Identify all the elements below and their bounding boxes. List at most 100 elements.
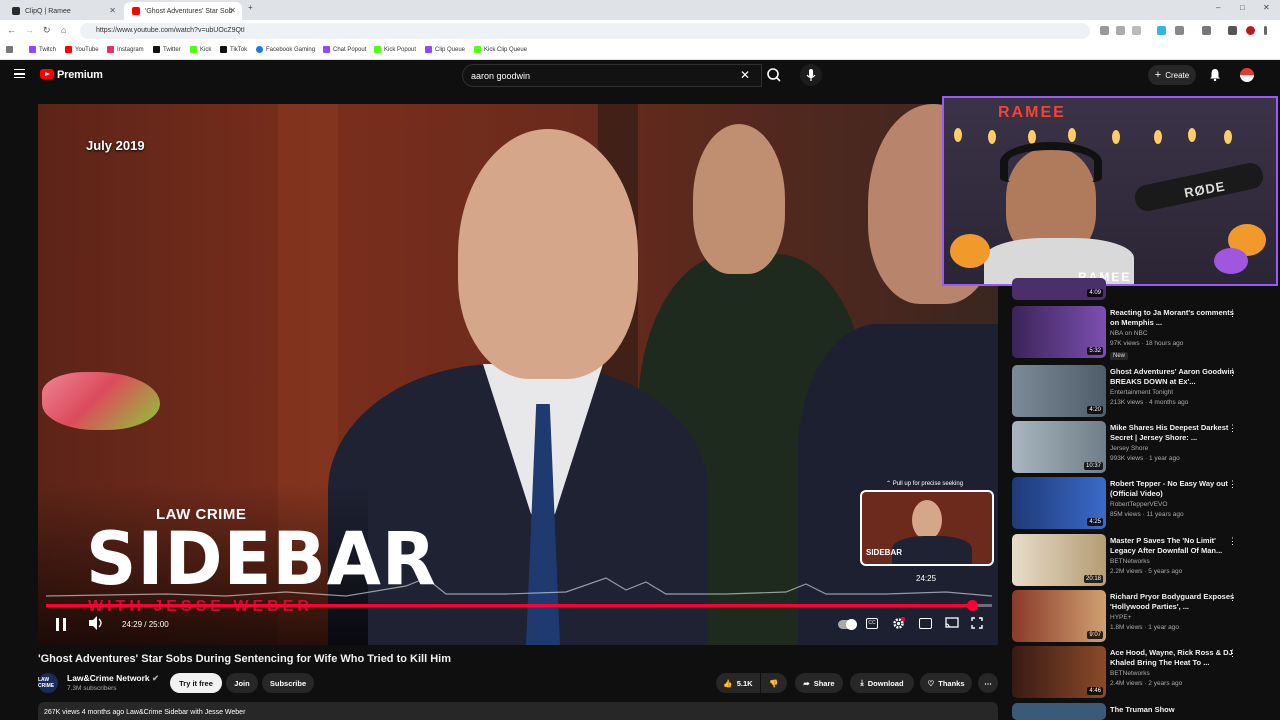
back-button[interactable]: ← xyxy=(7,25,16,35)
search-icon[interactable] xyxy=(762,64,786,87)
autoplay-toggle[interactable] xyxy=(838,619,857,630)
apps-grid-icon[interactable] xyxy=(6,46,13,53)
recommendation-item[interactable]: 20:18 Master P Saves The 'No Limit' Lega… xyxy=(1012,534,1274,588)
cast-icon[interactable] xyxy=(945,617,959,629)
bookmark-twitch[interactable]: Twitch xyxy=(29,46,56,53)
miniplayer-icon[interactable] xyxy=(919,618,932,629)
install-app-icon[interactable] xyxy=(1100,26,1109,35)
recommendation-channel[interactable]: BETNetworks xyxy=(1110,558,1150,565)
like-button[interactable]: 👍 5.1K xyxy=(716,673,760,693)
recommendation-thumbnail[interactable] xyxy=(1012,703,1106,720)
recommendation-title[interactable]: Ghost Adventures' Aaron Goodwin BREAKS D… xyxy=(1110,367,1238,387)
close-tab-icon[interactable]: ✕ xyxy=(229,6,236,15)
zoom-icon[interactable] xyxy=(1116,26,1125,35)
more-actions-icon[interactable]: ⋮ xyxy=(1228,479,1237,490)
dislike-button[interactable]: 👎 xyxy=(761,673,787,693)
recommendation-title[interactable]: Robert Tepper - No Easy Way out (Officia… xyxy=(1110,479,1238,499)
url-input[interactable]: https://www.youtube.com/watch?v=ubUOcZ9Q… xyxy=(80,23,1090,39)
thanks-button[interactable]: ♡ Thanks xyxy=(920,673,972,693)
clear-search-icon[interactable]: ✕ xyxy=(740,68,750,82)
notifications-bell-icon[interactable] xyxy=(1209,68,1221,84)
recommendation-item[interactable]: 9:07 Richard Pryor Bodyguard Exposes 'Ho… xyxy=(1012,590,1274,644)
recommendation-channel[interactable]: HYPE+ xyxy=(1110,614,1132,621)
recommendation-thumbnail[interactable]: 4:46 xyxy=(1012,646,1106,698)
recommendation-title[interactable]: Mike Shares His Deepest Darkest Secret |… xyxy=(1110,423,1238,443)
close-tab-icon[interactable]: ✕ xyxy=(109,6,116,15)
user-avatar[interactable] xyxy=(1240,68,1254,82)
more-actions-icon[interactable]: ⋮ xyxy=(1228,536,1237,547)
forward-button[interactable]: → xyxy=(25,25,34,35)
recommendation-thumbnail[interactable]: 5:32 xyxy=(1012,306,1106,358)
bookmark-star-icon[interactable] xyxy=(1132,26,1141,35)
menu-icon[interactable] xyxy=(14,69,25,78)
progress-bar[interactable] xyxy=(46,600,992,611)
bookmark-facebook-gaming[interactable]: Facebook Gaming xyxy=(256,46,315,53)
bookmark-twitter[interactable]: Twitter xyxy=(153,46,181,53)
recommendation-thumbnail[interactable]: 4:09 xyxy=(1012,278,1106,300)
recommendation-thumbnail[interactable]: 4:20 xyxy=(1012,365,1106,417)
recommendation-thumbnail[interactable]: 4:25 xyxy=(1012,477,1106,529)
recommendation-thumbnail[interactable]: 20:18 xyxy=(1012,534,1106,586)
bookmark-youtube[interactable]: YouTube xyxy=(65,46,99,53)
create-button[interactable]: + Create xyxy=(1148,65,1196,85)
recommendation-item[interactable]: The Truman Show xyxy=(1012,703,1274,720)
recommendation-channel[interactable]: Jersey Shore xyxy=(1110,445,1148,452)
recommendation-item[interactable]: 4:25 Robert Tepper - No Easy Way out (Of… xyxy=(1012,477,1274,531)
share-button[interactable]: ➦ Share xyxy=(795,673,843,693)
extension-icon[interactable] xyxy=(1157,26,1166,35)
more-actions-icon[interactable]: ⋮ xyxy=(1228,367,1237,378)
bookmark-kick-clip-queue[interactable]: Kick Clip Queue xyxy=(474,46,527,53)
recommendation-item[interactable]: 4:09 xyxy=(1012,278,1274,302)
captions-icon[interactable]: CC xyxy=(866,618,878,629)
recommendation-channel[interactable]: RobertTepperVEVO xyxy=(1110,501,1167,508)
browser-tab-clipq[interactable]: ClipQ | Ramee ✕ xyxy=(4,2,122,20)
downloads-icon[interactable] xyxy=(1228,26,1237,35)
recommendation-channel[interactable]: BETNetworks xyxy=(1110,670,1150,677)
more-actions-icon[interactable]: ⋮ xyxy=(1228,592,1237,603)
video-player[interactable]: July 2019 LAW CRIME SIDEBAR WITH JESSE W… xyxy=(38,104,998,645)
reload-button[interactable]: ↻ xyxy=(43,25,51,36)
sidebar-panel-icon[interactable] xyxy=(1202,26,1211,35)
channel-name[interactable]: Law&Crime Network ✔ xyxy=(67,673,159,684)
recommendation-thumbnail[interactable]: 10:37 xyxy=(1012,421,1106,473)
settings-gear-icon[interactable] xyxy=(892,617,905,630)
browser-menu-icon[interactable] xyxy=(1264,26,1267,35)
youtube-premium-logo[interactable]: Premium xyxy=(57,69,103,81)
new-tab-button[interactable]: + xyxy=(248,3,253,12)
minimize-button[interactable]: – xyxy=(1216,3,1220,12)
recommendation-item[interactable]: 5:32 Reacting to Ja Morant's comments on… xyxy=(1012,306,1274,360)
more-actions-icon[interactable]: ⋮ xyxy=(1228,423,1237,434)
recommendation-title[interactable]: Ace Hood, Wayne, Rick Ross & DJ Khaled B… xyxy=(1110,648,1238,668)
close-window-button[interactable]: ✕ xyxy=(1263,3,1270,12)
bookmark-tiktok[interactable]: TikTok xyxy=(220,46,247,53)
try-free-button[interactable]: Try it free xyxy=(170,673,222,693)
bookmark-chat-popout[interactable]: Chat Popout xyxy=(323,46,366,53)
recommendation-item[interactable]: 4:20 Ghost Adventures' Aaron Goodwin BRE… xyxy=(1012,365,1274,419)
volume-icon[interactable] xyxy=(88,616,104,630)
maximize-button[interactable]: □ xyxy=(1240,3,1245,12)
profile-avatar-icon[interactable] xyxy=(1246,26,1255,35)
bookmark-kick-popout[interactable]: Kick Popout xyxy=(374,46,416,53)
youtube-logo-icon[interactable] xyxy=(40,69,54,79)
browser-tab-youtube[interactable]: 'Ghost Adventures' Star Sob ✕ xyxy=(124,2,242,20)
recommendation-item[interactable]: 10:37 Mike Shares His Deepest Darkest Se… xyxy=(1012,421,1274,475)
home-button[interactable]: ⌂ xyxy=(61,25,66,35)
pause-icon[interactable] xyxy=(56,618,66,631)
recommendation-title[interactable]: Reacting to Ja Morant's comments on Memp… xyxy=(1110,308,1238,328)
download-button[interactable]: ⤓ Download xyxy=(850,673,914,693)
bookmark-instagram[interactable]: Instagram xyxy=(107,46,144,53)
subscribe-button[interactable]: Subscribe xyxy=(262,673,314,693)
recommendation-title[interactable]: Master P Saves The 'No Limit' Legacy Aft… xyxy=(1110,536,1238,556)
voice-search-button[interactable] xyxy=(800,64,822,86)
bookmark-clip-queue[interactable]: Clip Queue xyxy=(425,46,465,53)
video-description-box[interactable]: 267K views 4 months ago Law&Crime Sideba… xyxy=(38,702,998,720)
more-actions-icon[interactable]: ⋮ xyxy=(1228,308,1237,319)
more-actions-button[interactable]: ⋯ xyxy=(978,673,998,693)
recommendation-channel[interactable]: Entertainment Tonight xyxy=(1110,389,1173,396)
bookmark-kick[interactable]: Kick xyxy=(190,46,211,53)
recommendation-thumbnail[interactable]: 9:07 xyxy=(1012,590,1106,642)
recommendation-title[interactable]: Richard Pryor Bodyguard Exposes 'Hollywo… xyxy=(1110,592,1238,612)
more-actions-icon[interactable]: ⋮ xyxy=(1228,648,1237,659)
join-button[interactable]: Join xyxy=(226,673,258,693)
extensions-puzzle-icon[interactable] xyxy=(1175,26,1184,35)
